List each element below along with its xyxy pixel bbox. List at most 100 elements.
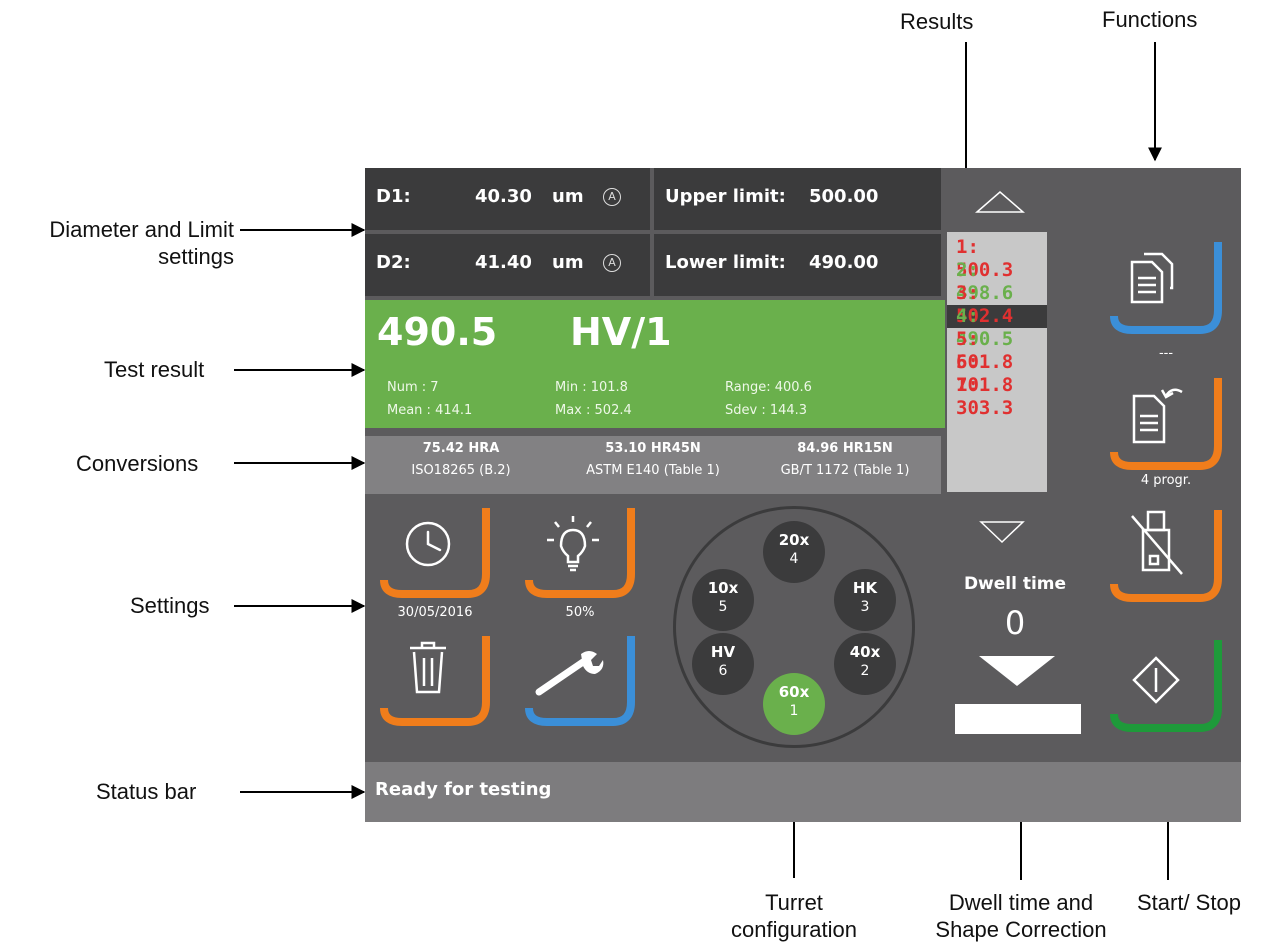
upper-limit-label: Upper limit: bbox=[665, 186, 786, 207]
auto-mode-icon: A bbox=[603, 254, 621, 272]
wrench-icon bbox=[535, 651, 604, 696]
objective-magnification: 40x bbox=[849, 643, 881, 661]
d2-value: 41.40 bbox=[475, 252, 532, 273]
stat-max: Max : 502.4 bbox=[555, 403, 632, 418]
conversion-value: 84.96 HR15N bbox=[797, 441, 893, 456]
light-button[interactable] bbox=[525, 506, 635, 600]
upper-limit-value: 500.00 bbox=[809, 186, 879, 207]
objective-position: 4 bbox=[789, 551, 799, 567]
objective-magnification: 60x bbox=[778, 683, 810, 701]
objective-magnification: 20x bbox=[778, 531, 810, 549]
turret-configuration: 20x 4 HK 3 40x 2 60x 1 HV 6 10x 5 bbox=[673, 506, 915, 748]
test-result-unit: HV/1 bbox=[570, 310, 672, 354]
annotation-diameter-line2: settings bbox=[158, 244, 234, 269]
d1-unit: um bbox=[552, 186, 584, 207]
results-list[interactable]: 1: 500.3 2: 498.6 3: 502.4 4: 490.5 5: 501.8… bbox=[947, 232, 1047, 492]
annotation-turret-line1: Turret bbox=[765, 890, 823, 915]
objective-magnification: HV bbox=[710, 643, 736, 661]
annotation-settings: Settings bbox=[130, 593, 210, 618]
status-text: Ready for testing bbox=[375, 779, 552, 800]
stat-sdev: Sdev : 144.3 bbox=[725, 403, 808, 418]
lower-limit-value: 490.00 bbox=[809, 252, 879, 273]
annotation-functions: Functions bbox=[1102, 7, 1198, 32]
d2-unit: um bbox=[552, 252, 584, 273]
delete-button[interactable] bbox=[380, 634, 490, 728]
shape-correction-bar[interactable] bbox=[955, 704, 1081, 734]
conversion-value: 53.10 HR45N bbox=[605, 441, 701, 456]
light-level: 50% bbox=[565, 605, 595, 620]
objective-hv[interactable]: HV 6 bbox=[692, 633, 754, 695]
annotation-turret-line2: configuration bbox=[731, 917, 857, 942]
annotation-dwell: Dwell time and Shape Correction bbox=[892, 889, 1150, 943]
lower-limit-label: Lower limit: bbox=[665, 252, 786, 273]
stat-min: Min : 101.8 bbox=[555, 380, 628, 395]
annotation-test-result: Test result bbox=[104, 357, 205, 382]
objective-20x[interactable]: 20x 4 bbox=[763, 521, 825, 583]
stat-num: Num : 7 bbox=[387, 380, 439, 395]
d1-value: 40.30 bbox=[475, 186, 532, 207]
conversion-2: 53.10 HR45N ASTM E140 (Table 1) bbox=[557, 436, 749, 478]
annotation-diameter-line1: Diameter and Limit bbox=[49, 217, 234, 242]
d2-field[interactable]: D2: 41.40 um A bbox=[365, 234, 650, 296]
trash-icon bbox=[410, 641, 446, 694]
conversions-panel[interactable]: 75.42 HRA ISO18265 (B.2) 53.10 HR45N AST… bbox=[365, 436, 941, 494]
test-result-panel: 490.5 HV/1 Num : 7 Mean : 414.1 Min : 10… bbox=[365, 300, 945, 428]
program-button[interactable] bbox=[1110, 376, 1222, 472]
program-count: 4 progr. bbox=[1140, 473, 1192, 488]
dwell-time-label: Dwell time bbox=[963, 574, 1067, 594]
objective-position: 1 bbox=[789, 703, 799, 719]
annotation-dwell-line2: Shape Correction bbox=[935, 917, 1107, 942]
clock-icon bbox=[405, 521, 451, 567]
objective-position: 3 bbox=[860, 599, 870, 615]
clock-button[interactable] bbox=[380, 506, 490, 600]
usb-disabled-icon bbox=[1131, 510, 1183, 575]
result-item[interactable]: 1: 500.3 bbox=[947, 236, 1047, 281]
conversion-standard: ISO18265 (B.2) bbox=[411, 463, 511, 478]
conversion-standard: GB/T 1172 (Table 1) bbox=[780, 463, 910, 478]
stat-mean: Mean : 414.1 bbox=[387, 403, 473, 418]
objective-position: 5 bbox=[718, 599, 728, 615]
lower-limit-field[interactable]: Lower limit: 490.00 bbox=[654, 234, 941, 296]
annotation-start-stop: Start/ Stop bbox=[1137, 890, 1241, 915]
copy-documents-icon bbox=[1130, 252, 1174, 304]
test-result-value: 490.5 bbox=[377, 310, 498, 354]
annotation-dwell-line1: Dwell time and bbox=[948, 890, 1094, 915]
scroll-up-icon[interactable] bbox=[975, 190, 1025, 214]
d1-label: D1: bbox=[376, 186, 411, 207]
scroll-down-icon[interactable] bbox=[979, 520, 1025, 544]
objective-magnification: 10x bbox=[707, 579, 739, 597]
objective-60x[interactable]: 60x 1 bbox=[763, 673, 825, 735]
document-reload-icon bbox=[1132, 388, 1183, 444]
objective-magnification: HK bbox=[852, 579, 878, 597]
conversion-1: 75.42 HRA ISO18265 (B.2) bbox=[365, 436, 557, 478]
light-bulb-icon bbox=[547, 516, 599, 572]
indenter-triangle-icon[interactable] bbox=[977, 654, 1057, 688]
copy-status: --- bbox=[1158, 346, 1174, 361]
objective-hk[interactable]: HK 3 bbox=[834, 569, 896, 631]
objective-40x[interactable]: 40x 2 bbox=[834, 633, 896, 695]
annotation-results: Results bbox=[900, 9, 974, 34]
annotation-conversions: Conversions bbox=[76, 451, 199, 476]
d2-label: D2: bbox=[376, 252, 411, 273]
conversion-3: 84.96 HR15N GB/T 1172 (Table 1) bbox=[749, 436, 941, 478]
start-stop-icon bbox=[1132, 656, 1180, 704]
upper-limit-field[interactable]: Upper limit: 500.00 bbox=[654, 168, 941, 230]
conversion-standard: ASTM E140 (Table 1) bbox=[586, 463, 720, 478]
hardness-tester-screen: D1: 40.30 um A Upper limit: 500.00 D2: 4… bbox=[365, 168, 1241, 822]
objective-position: 6 bbox=[718, 663, 728, 679]
stat-range: Range: 400.6 bbox=[725, 380, 812, 395]
status-bar: Ready for testing bbox=[365, 762, 1241, 822]
usb-button[interactable] bbox=[1110, 508, 1222, 604]
service-button[interactable] bbox=[525, 634, 635, 728]
objective-10x[interactable]: 10x 5 bbox=[692, 569, 754, 631]
dwell-time-value[interactable]: 0 bbox=[955, 604, 1075, 642]
auto-mode-icon: A bbox=[603, 188, 621, 206]
annotation-status-bar: Status bar bbox=[96, 779, 197, 804]
copy-button[interactable] bbox=[1110, 240, 1222, 336]
d1-field[interactable]: D1: 40.30 um A bbox=[365, 168, 650, 230]
start-stop-button[interactable] bbox=[1110, 638, 1222, 734]
objective-position: 2 bbox=[860, 663, 870, 679]
clock-date: 30/05/2016 bbox=[397, 605, 473, 620]
annotation-diameter: Diameter and Limit settings bbox=[6, 216, 234, 270]
conversion-value: 75.42 HRA bbox=[422, 441, 500, 456]
